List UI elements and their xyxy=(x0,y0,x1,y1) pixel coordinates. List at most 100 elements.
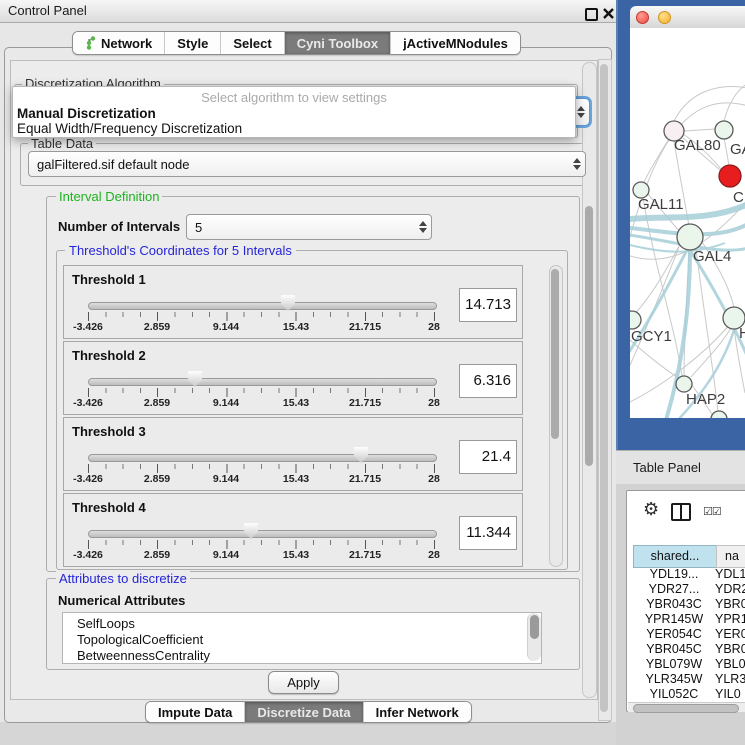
popup-item-equal-width-frequency[interactable]: Equal Width/Frequency Discretization xyxy=(17,121,567,137)
column-header-name[interactable]: na xyxy=(716,545,745,568)
threshold-scrollbar[interactable] xyxy=(549,265,563,567)
scrollbar-thumb[interactable] xyxy=(530,615,539,639)
scale-label: 28 xyxy=(428,321,440,333)
table-panel-region: ⚙ ☑☑ shared... na YDL19...YDL1 YDR27...Y… xyxy=(616,484,745,745)
network-icon xyxy=(85,36,96,50)
threshold-2-panel: Threshold 2 -3.426 2.859 9.144 15.43 21.… xyxy=(63,341,523,415)
scale-label: 2.859 xyxy=(144,473,170,485)
tab-infer-network[interactable]: Infer Network xyxy=(364,702,471,722)
tab-style[interactable]: Style xyxy=(165,32,221,54)
gear-icon[interactable]: ⚙ xyxy=(643,499,659,520)
tab-label: jActiveMNodules xyxy=(403,36,508,51)
scale-label: 9.144 xyxy=(213,397,239,409)
scale-label: 21.715 xyxy=(349,321,381,333)
control-panel-titlebar: Control Panel xyxy=(0,0,616,23)
tab-discretize-data[interactable]: Discretize Data xyxy=(245,702,363,722)
zoom-traffic-light-icon[interactable] xyxy=(680,11,691,22)
list-item[interactable]: BetweennessCentrality xyxy=(63,648,541,664)
node-label: GA xyxy=(730,141,745,158)
outer-scrollbar[interactable] xyxy=(598,59,612,721)
table-panel-title: Table Panel xyxy=(633,460,701,475)
table-row[interactable]: YLR345WYLR3 xyxy=(633,672,745,687)
threshold-1-slider[interactable] xyxy=(88,302,437,310)
scale-label: -3.426 xyxy=(73,397,103,409)
tab-network[interactable]: Network xyxy=(73,32,165,54)
bottom-tabs: Impute Data Discretize Data Infer Networ… xyxy=(145,701,472,723)
scrollbar-thumb[interactable] xyxy=(551,269,559,439)
threshold-3-slider[interactable] xyxy=(88,454,437,462)
threshold-2-slider[interactable] xyxy=(88,378,437,386)
table-row[interactable]: YBR045CYBR0 xyxy=(633,642,745,657)
node-gcy1[interactable] xyxy=(630,311,641,329)
table-row[interactable]: YER054CYER0 xyxy=(633,627,745,642)
select-columns-icon[interactable]: ☑☑ xyxy=(703,505,721,518)
table-row[interactable]: YIL052CYIL0 xyxy=(633,687,745,701)
tab-jactivemnodules[interactable]: jActiveMNodules xyxy=(391,32,520,54)
table-columns-icon[interactable] xyxy=(671,503,691,521)
network-graph: GAL80 GA C GAL11 GAL4 GCY1 H HAP2 xyxy=(630,28,745,418)
number-of-intervals-value: 5 xyxy=(187,220,415,235)
combo-stepper-icon[interactable] xyxy=(415,215,431,239)
threshold-4-value-input[interactable]: 11.344 xyxy=(459,516,517,550)
network-canvas[interactable]: GAL80 GA C GAL11 GAL4 GCY1 H HAP2 xyxy=(630,28,745,418)
table-row[interactable]: YDR27...YDR2 xyxy=(633,582,745,597)
attributes-group-title: Attributes to discretize xyxy=(56,571,190,586)
close-icon[interactable] xyxy=(603,8,614,19)
list-item[interactable]: SelfLoops xyxy=(63,613,541,632)
apply-button[interactable]: Apply xyxy=(268,671,339,694)
close-traffic-light-icon[interactable] xyxy=(636,11,649,24)
tab-label: Select xyxy=(233,36,271,51)
scrollbar-thumb[interactable] xyxy=(633,704,739,713)
scale-label: 28 xyxy=(428,473,440,485)
table-row[interactable]: YBR043CYBR0 xyxy=(633,597,745,612)
tab-label: Discretize Data xyxy=(257,705,350,720)
threshold-3-panel: Threshold 3 -3.426 2.859 9.144 15.43 21.… xyxy=(63,417,523,491)
attributes-scrollbar[interactable] xyxy=(527,613,541,661)
table-row[interactable]: YBL079WYBL0 xyxy=(633,657,745,672)
float-window-icon[interactable] xyxy=(585,8,598,21)
number-of-intervals-combobox[interactable]: 5 xyxy=(186,214,432,240)
node-label: HAP2 xyxy=(686,391,725,408)
node-hap2[interactable] xyxy=(676,376,692,392)
table-data-combobox[interactable]: galFiltered.sif default node xyxy=(28,151,586,177)
table-data-combobox-value: galFiltered.sif default node xyxy=(29,157,569,172)
threshold-2-value-input[interactable]: 6.316 xyxy=(459,364,517,398)
tab-select[interactable]: Select xyxy=(221,32,284,54)
threshold-1-value-input[interactable]: 14.713 xyxy=(459,288,517,322)
scale-label: 21.715 xyxy=(349,473,381,485)
threshold-1-panel: Threshold 1 -3.426 2.859 9.144 15.43 21.… xyxy=(63,265,523,339)
node-bottom[interactable] xyxy=(711,411,727,418)
algorithm-dropdown-popup: Select algorithm to view settings Manual… xyxy=(12,86,576,138)
node-label: GAL80 xyxy=(674,137,721,154)
tab-label: Network xyxy=(101,36,152,51)
threshold-label: Threshold 3 xyxy=(72,424,146,439)
combo-stepper-icon[interactable] xyxy=(569,152,585,176)
node-label: GAL4 xyxy=(693,248,731,265)
table-hscrollbar[interactable] xyxy=(628,702,745,712)
table-rows: YDL19...YDL1 YDR27...YDR2 YBR043CYBR0 YP… xyxy=(633,567,745,701)
tab-impute-data[interactable]: Impute Data xyxy=(146,702,245,722)
column-header-shared-name[interactable]: shared... xyxy=(633,545,717,568)
scale-label: -3.426 xyxy=(73,549,103,561)
scale-label: -3.426 xyxy=(73,473,103,485)
threshold-3-value-input[interactable]: 21.4 xyxy=(459,440,517,474)
scrollbar-thumb[interactable] xyxy=(585,206,593,466)
node-gal4[interactable] xyxy=(677,224,703,250)
minimize-traffic-light-icon[interactable] xyxy=(658,11,671,24)
node-label: C xyxy=(733,189,744,206)
number-of-intervals-label: Number of Intervals xyxy=(58,219,180,234)
popup-prompt: Select algorithm to view settings xyxy=(13,90,575,105)
table-row[interactable]: YDL19...YDL1 xyxy=(633,567,745,582)
popup-item-manual-discretization[interactable]: Manual Discretization xyxy=(17,106,567,122)
threshold-4-slider[interactable] xyxy=(88,530,437,538)
tab-cyni-toolbox[interactable]: Cyni Toolbox xyxy=(285,32,391,54)
scale-label: 15.43 xyxy=(283,321,309,333)
list-item[interactable]: TopologicalCoefficient xyxy=(63,632,541,648)
table-row[interactable]: YPR145WYPR1 xyxy=(633,612,745,627)
scrollbar-thumb[interactable] xyxy=(600,64,608,712)
node-red-selected[interactable] xyxy=(719,165,741,187)
node-label: GCY1 xyxy=(631,328,672,345)
scale-label: 2.859 xyxy=(144,321,170,333)
threshold-label: Threshold 1 xyxy=(72,272,146,287)
scale-label: -3.426 xyxy=(73,321,103,333)
